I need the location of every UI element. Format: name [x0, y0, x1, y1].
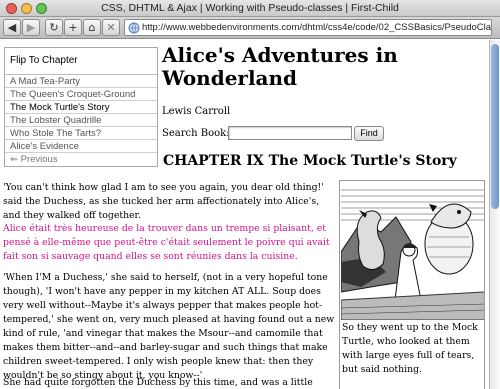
- forward-button[interactable]: ▶: [22, 19, 40, 36]
- home-icon: ⌂: [88, 21, 96, 34]
- plus-icon: +: [68, 21, 78, 34]
- paragraph-3: 'When I'M a Duchess,' she said to hersel…: [3, 272, 335, 381]
- chapter-heading: CHAPTER IX The Mock Turtle's Story: [163, 153, 457, 169]
- home-button[interactable]: ⌂: [83, 19, 101, 36]
- nav-item-croquet-ground[interactable]: The Queen's Croquet-Ground: [5, 88, 157, 101]
- paragraph-4: She had quite forgotten the Duchess by t…: [3, 377, 313, 388]
- nav-item-stole-tarts[interactable]: Who Stole The Tarts?: [5, 127, 157, 140]
- search-input[interactable]: [228, 126, 352, 140]
- address-url: http://www.webbedenvironments.com/dhtml/…: [142, 22, 492, 33]
- nav-previous-label: Previous: [20, 154, 58, 165]
- nav-item-alices-evidence[interactable]: Alice's Evidence: [5, 140, 157, 153]
- stop-icon: ✕: [106, 21, 116, 34]
- forward-arrow-icon: ▶: [26, 21, 36, 34]
- book-author: Lewis Carroll: [162, 106, 231, 117]
- paragraph-2-french: Alice était très heureuse de la trouver …: [3, 223, 330, 262]
- back-arrow-icon: ◀: [7, 21, 17, 34]
- mock-turtle-illustration: [341, 182, 484, 320]
- nav-item-mock-turtle[interactable]: The Mock Turtle's Story: [5, 101, 157, 114]
- nav-item-lobster-quadrille[interactable]: The Lobster Quadrille: [5, 114, 157, 127]
- window-title: CSS, DHTML & Ajax | Working with Pseudo-…: [101, 2, 399, 14]
- reload-icon: ↻: [49, 21, 59, 34]
- back-button[interactable]: ◀: [3, 19, 21, 36]
- window-titlebar: CSS, DHTML & Ajax | Working with Pseudo-…: [0, 0, 500, 17]
- previous-arrow-icon: ⇐: [10, 154, 18, 165]
- search-label: Search Book:: [162, 128, 230, 139]
- vertical-scrollbar[interactable]: [489, 40, 500, 389]
- nav-previous-link[interactable]: ⇐ Previous: [5, 153, 157, 166]
- chapter-nav: Flip To Chapter A Mad Tea-Party The Quee…: [4, 47, 158, 167]
- nav-title: Flip To Chapter: [5, 48, 157, 75]
- stop-button[interactable]: ✕: [102, 19, 120, 36]
- add-bookmark-button[interactable]: +: [64, 19, 82, 36]
- book-title: Alice's Adventures in Wonderland: [162, 43, 398, 90]
- illustration-figure: So they went up to the Mock Turtle, who …: [339, 180, 485, 389]
- figure-caption: So they went up to the Mock Turtle, who …: [342, 322, 478, 375]
- nav-item-mad-tea-party[interactable]: A Mad Tea-Party: [5, 75, 157, 88]
- paragraph-1: 'You can't think how glad I am to see yo…: [3, 182, 324, 221]
- page-content: Flip To Chapter A Mad Tea-Party The Quee…: [0, 40, 489, 389]
- find-button[interactable]: Find: [354, 126, 384, 141]
- page-globe-icon: [128, 22, 140, 34]
- scroll-thumb[interactable]: [491, 44, 499, 209]
- address-bar[interactable]: http://www.webbedenvironments.com/dhtml/…: [124, 19, 492, 36]
- reload-button[interactable]: ↻: [45, 19, 63, 36]
- browser-toolbar: ◀ ▶ ↻ + ⌂ ✕ http://www.webbedenvironment…: [0, 17, 500, 39]
